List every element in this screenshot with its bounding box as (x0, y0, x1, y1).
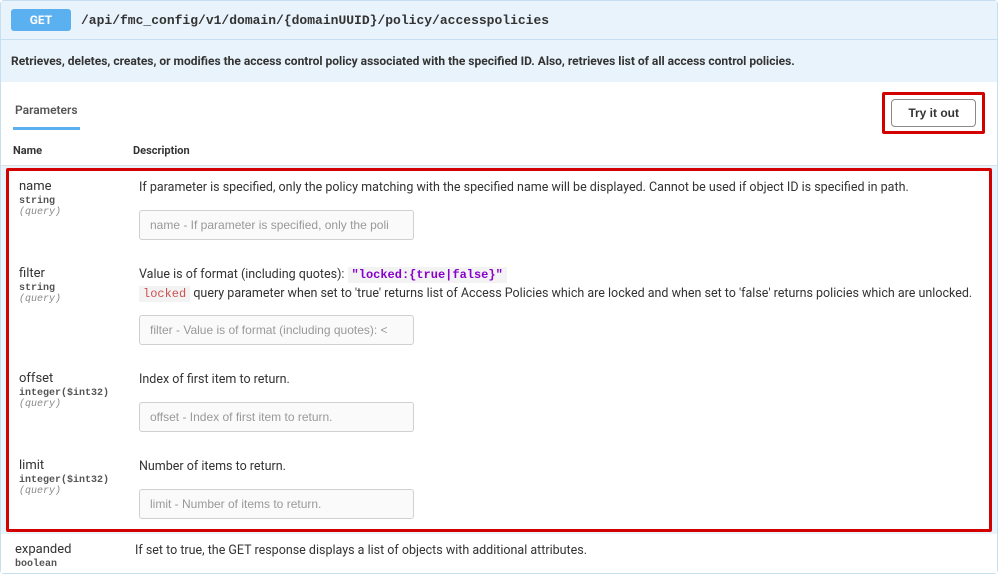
param-description: Index of first item to return. (139, 371, 979, 390)
param-location-label: (query) (19, 486, 129, 497)
param-description: Value is of format (including quotes): "… (139, 266, 979, 304)
param-description: If parameter is specified, only the poli… (139, 179, 979, 198)
param-row-limit: limit integer($int32) (query) Number of … (9, 450, 989, 529)
param-type-label: string (19, 283, 129, 294)
param-code-sample: "locked:{true|false}" (348, 267, 507, 283)
param-input-filter[interactable] (139, 315, 414, 345)
tab-parameters[interactable]: Parameters (13, 97, 80, 130)
param-location-label: (query) (19, 207, 129, 218)
column-header-description: Description (133, 144, 985, 157)
param-desc-suffix: query parameter when set to 'true' retur… (190, 286, 972, 301)
param-input-offset[interactable] (139, 402, 414, 432)
param-location-label: (query) (19, 399, 129, 410)
param-desc-prefix: Value is of format (including quotes): (139, 267, 348, 282)
highlight-tryout: Try it out (882, 92, 985, 134)
param-type-label: string (19, 196, 129, 207)
parameters-table-header: Name Description (1, 134, 997, 166)
param-description: Number of items to return. (139, 458, 979, 477)
param-location-label: (query) (19, 294, 129, 305)
param-name-label: offset (19, 371, 129, 386)
param-name-label: expanded (15, 542, 125, 557)
param-row-offset: offset integer($int32) (query) Index of … (9, 363, 989, 450)
column-header-name: Name (13, 144, 133, 157)
param-row-expanded: expanded boolean If set to true, the GET… (1, 534, 997, 573)
param-name-label: filter (19, 266, 129, 281)
param-row-name: name string (query) If parameter is spec… (9, 171, 989, 258)
param-input-name[interactable] (139, 210, 414, 240)
param-description: If set to true, the GET response display… (135, 542, 983, 561)
highlight-parameters-box: name string (query) If parameter is spec… (6, 168, 992, 532)
endpoint-path: /api/fmc_config/v1/domain/{domainUUID}/p… (81, 13, 549, 28)
http-method-badge: GET (11, 9, 71, 31)
try-it-out-button[interactable]: Try it out (891, 99, 976, 127)
endpoint-header[interactable]: GET /api/fmc_config/v1/domain/{domainUUI… (1, 1, 997, 40)
param-type-label: integer($int32) (19, 388, 129, 399)
endpoint-summary: Retrieves, deletes, creates, or modifies… (1, 40, 997, 82)
param-row-filter: filter string (query) Value is of format… (9, 258, 989, 364)
endpoint-block: GET /api/fmc_config/v1/domain/{domainUUI… (0, 0, 998, 574)
param-code-word: locked (139, 286, 190, 302)
param-type-label: boolean (15, 559, 125, 570)
param-input-limit[interactable] (139, 489, 414, 519)
param-name-label: limit (19, 458, 129, 473)
parameters-header: Parameters Try it out (1, 82, 997, 134)
param-type-label: integer($int32) (19, 475, 129, 486)
endpoint-body: Retrieves, deletes, creates, or modifies… (1, 40, 997, 573)
param-name-label: name (19, 179, 129, 194)
